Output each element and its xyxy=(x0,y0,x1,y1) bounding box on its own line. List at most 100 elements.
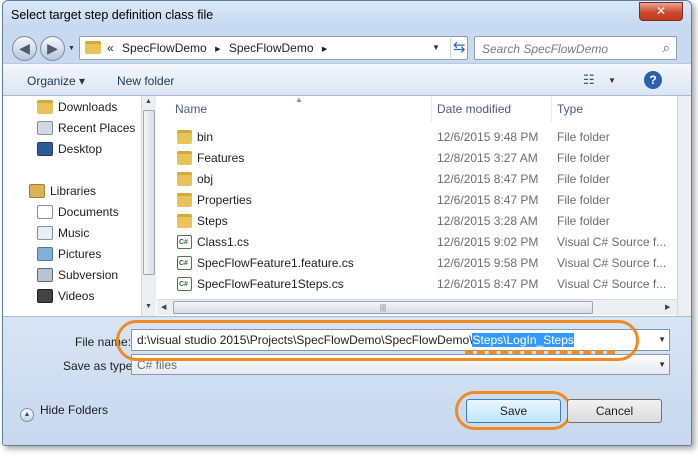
file-type: Visual C# Source f... xyxy=(557,277,667,291)
search-icon[interactable]: ⌕ xyxy=(663,40,670,56)
table-row[interactable]: Features 12/8/2015 3:27 AM File folder xyxy=(157,148,677,169)
save-dialog: Select target step definition class file… xyxy=(2,0,692,446)
scrollbar-thumb[interactable]: ||| xyxy=(173,301,593,314)
breadcrumb: « SpecFlowDemo ▶ SpecFlowDemo ▶ xyxy=(107,41,332,55)
sidebar-item-label: Recent Places xyxy=(58,121,136,135)
breadcrumb-item[interactable]: SpecFlowDemo xyxy=(122,41,207,55)
file-name: obj xyxy=(197,172,214,186)
scroll-up-icon[interactable]: ▲ xyxy=(145,98,152,105)
browser-body: Downloads Recent Places Desktop Librarie… xyxy=(3,95,691,316)
music-icon xyxy=(37,226,53,240)
table-row[interactable]: Steps 12/8/2015 3:28 AM File folder xyxy=(157,211,677,232)
csharp-file-icon xyxy=(177,274,192,295)
file-date: 12/6/2015 9:48 PM xyxy=(437,130,539,144)
close-button[interactable]: ✕ xyxy=(639,2,683,21)
sidebar-item-subversion[interactable]: Subversion xyxy=(37,266,118,284)
folder-icon xyxy=(85,41,101,54)
file-name: Class1.cs xyxy=(197,235,250,249)
sidebar-item-label: Pictures xyxy=(58,247,102,261)
file-date: 12/8/2015 3:27 AM xyxy=(437,151,538,165)
breadcrumb-overflow[interactable]: « xyxy=(107,41,114,55)
navigation-scrollbar[interactable]: ▲ ▼ xyxy=(141,96,156,316)
subversion-icon xyxy=(37,268,53,282)
sidebar-item-desktop[interactable]: Desktop xyxy=(37,140,102,158)
file-type: Visual C# Source f... xyxy=(557,256,667,270)
help-icon[interactable]: ? xyxy=(644,71,662,89)
sidebar-item-downloads[interactable]: Downloads xyxy=(37,98,117,116)
chevron-down-icon[interactable]: ▼ xyxy=(658,335,666,344)
address-bar[interactable]: « SpecFlowDemo ▶ SpecFlowDemo ▶ ▼ ⇆ xyxy=(79,36,468,60)
folder-icon xyxy=(177,151,192,165)
table-row[interactable]: Class1.cs 12/6/2015 9:02 PM Visual C# So… xyxy=(157,232,677,253)
chevron-right-icon[interactable]: ▶ xyxy=(322,46,327,53)
scroll-left-icon[interactable]: ◀ xyxy=(161,303,166,311)
cancel-button[interactable]: Cancel xyxy=(567,399,662,423)
file-date: 12/6/2015 9:58 PM xyxy=(437,256,539,270)
folder-icon xyxy=(177,130,192,144)
scroll-right-icon[interactable]: ▶ xyxy=(665,303,670,311)
forward-button[interactable]: ▶ xyxy=(40,36,65,61)
sidebar-item-music[interactable]: Music xyxy=(37,224,89,242)
save-as-type-label: Save as type: xyxy=(63,359,136,373)
save-button[interactable]: Save xyxy=(466,399,561,423)
column-header-name[interactable]: ▲ Name xyxy=(157,95,432,122)
back-button[interactable]: ◀ xyxy=(12,36,37,61)
save-form: File name: d:\visual studio 2015\Project… xyxy=(3,316,691,445)
sidebar-item-label: Music xyxy=(58,226,90,240)
table-row[interactable]: SpecFlowFeature1.feature.cs 12/6/2015 9:… xyxy=(157,253,677,274)
search-input[interactable]: Search SpecFlowDemo ⌕ xyxy=(474,36,677,60)
refresh-icon[interactable]: ⇆ xyxy=(450,38,467,58)
column-header-type[interactable]: Type xyxy=(552,96,677,122)
column-header-label: Name xyxy=(175,102,208,116)
folder-icon xyxy=(177,193,192,207)
sort-ascending-icon: ▲ xyxy=(295,95,303,104)
file-type: Visual C# Source f... xyxy=(557,235,667,249)
file-date: 12/8/2015 3:28 AM xyxy=(437,214,538,228)
breadcrumb-item[interactable]: SpecFlowDemo xyxy=(229,41,314,55)
organize-button[interactable]: Organize ▾ xyxy=(27,74,85,88)
file-name: Features xyxy=(197,151,245,165)
csharp-file-icon xyxy=(177,232,192,253)
sidebar-item-pictures[interactable]: Pictures xyxy=(37,245,101,263)
file-date: 12/6/2015 9:02 PM xyxy=(437,235,539,249)
search-placeholder: Search SpecFlowDemo xyxy=(482,42,609,56)
table-row[interactable]: SpecFlowFeature1Steps.cs 12/6/2015 8:47 … xyxy=(157,274,677,295)
address-dropdown-icon[interactable]: ▼ xyxy=(432,43,440,52)
recent-locations-dropdown[interactable]: ▼ xyxy=(68,45,75,52)
file-type: File folder xyxy=(557,214,610,228)
file-type: File folder xyxy=(557,151,610,165)
downloads-folder-icon xyxy=(37,100,53,114)
table-row[interactable]: Properties 12/6/2015 8:47 PM File folder xyxy=(157,190,677,211)
scroll-down-icon[interactable]: ▼ xyxy=(145,303,152,310)
file-name: bin xyxy=(197,130,214,144)
view-options-icon[interactable]: ☷ xyxy=(583,72,595,88)
view-dropdown-icon[interactable]: ▼ xyxy=(608,76,616,85)
chevron-right-icon[interactable]: ▶ xyxy=(215,46,220,53)
file-type: File folder xyxy=(557,193,610,207)
dialog-title: Select target step definition class file xyxy=(11,8,214,22)
sidebar-item-recent-places[interactable]: Recent Places xyxy=(37,119,135,137)
sidebar-item-videos[interactable]: Videos xyxy=(37,287,94,305)
sidebar-item-label: Libraries xyxy=(50,184,97,198)
pictures-icon xyxy=(37,247,53,261)
libraries-icon xyxy=(29,184,45,198)
file-name: SpecFlowFeature1.feature.cs xyxy=(197,256,354,270)
hide-folders-button[interactable]: ▲ Hide Folders xyxy=(20,403,108,422)
column-header-date[interactable]: Date modified xyxy=(432,96,552,122)
scrollbar-thumb[interactable] xyxy=(143,110,155,275)
file-name: Properties xyxy=(197,193,252,207)
sidebar-item-libraries[interactable]: Libraries xyxy=(29,182,96,200)
file-type: File folder xyxy=(557,130,610,144)
file-date: 12/6/2015 8:47 PM xyxy=(437,277,539,291)
table-row[interactable]: obj 12/6/2015 8:47 PM File folder xyxy=(157,169,677,190)
chevron-down-icon[interactable]: ▼ xyxy=(658,360,666,369)
file-name: SpecFlowFeature1Steps.cs xyxy=(197,277,344,291)
sidebar-item-documents[interactable]: Documents xyxy=(37,203,119,221)
new-folder-button[interactable]: New folder xyxy=(117,74,174,88)
selection-underline-annotation xyxy=(465,350,615,354)
file-list-scrollbar[interactable] xyxy=(677,96,691,316)
table-row[interactable]: bin 12/6/2015 9:48 PM File folder xyxy=(157,127,677,148)
horizontal-scrollbar[interactable]: ◀ ||| ▶ xyxy=(157,299,677,315)
folder-icon xyxy=(177,214,192,228)
navigation-pane: Downloads Recent Places Desktop Librarie… xyxy=(3,96,156,316)
